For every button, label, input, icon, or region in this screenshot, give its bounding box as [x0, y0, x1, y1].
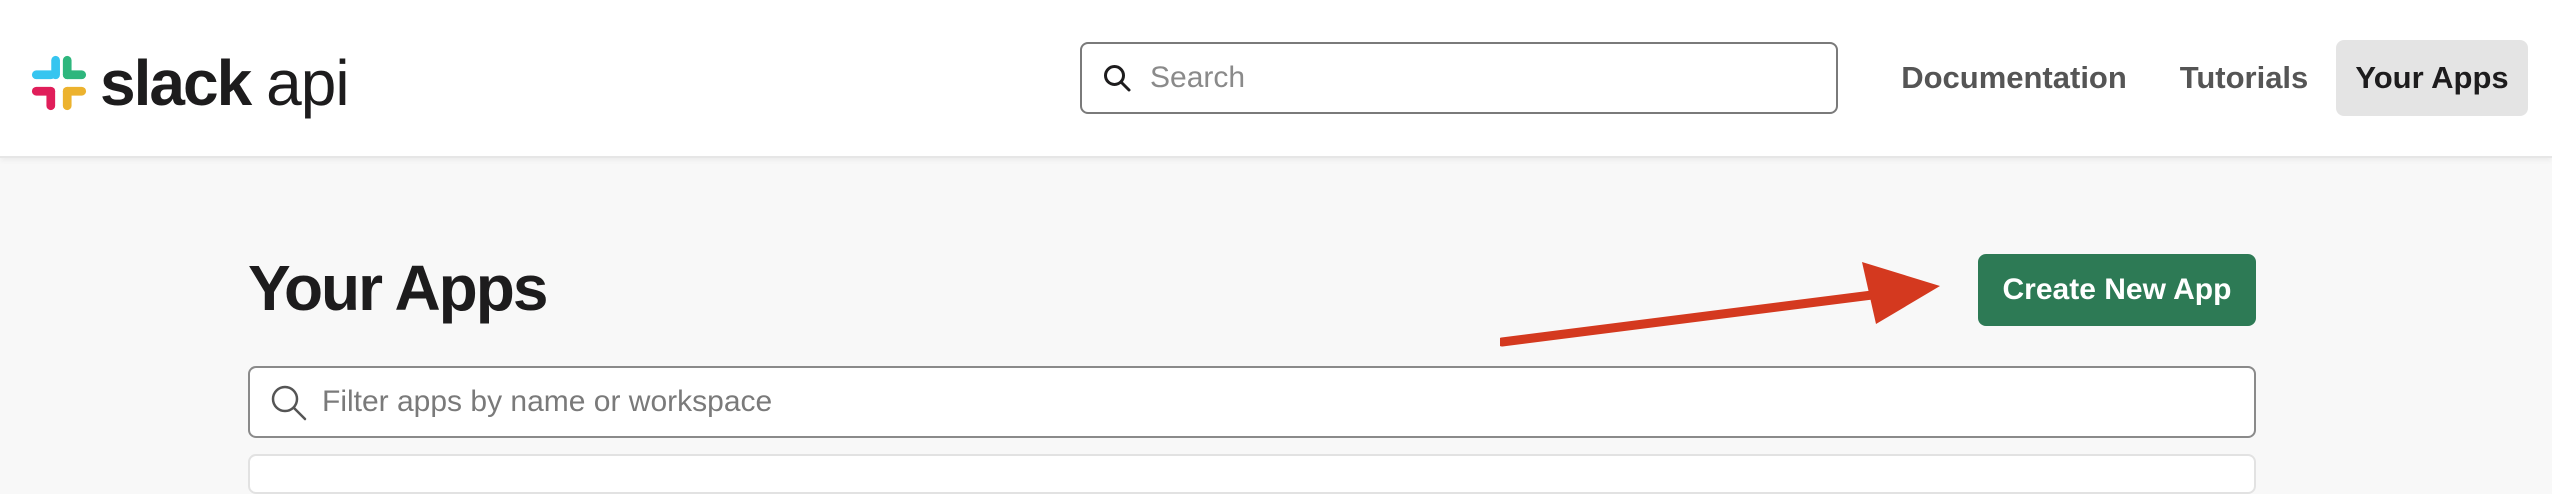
- search-icon: [271, 385, 307, 421]
- search-icon: [1104, 65, 1131, 92]
- nav-documentation[interactable]: Documentation: [1884, 40, 2144, 116]
- top-header: slack api Documentation Tutorials Your A…: [0, 0, 2552, 158]
- nav-tutorials[interactable]: Tutorials: [2164, 40, 2324, 116]
- slack-api-logo[interactable]: slack api: [30, 47, 350, 119]
- nav-your-apps[interactable]: Your Apps: [2336, 40, 2528, 116]
- header-search[interactable]: [1080, 42, 1838, 114]
- apps-list-card: [248, 454, 2256, 494]
- annotation-arrow: [1500, 262, 1940, 347]
- create-new-app-button[interactable]: Create New App: [1978, 254, 2256, 326]
- header-search-input[interactable]: [1148, 60, 1808, 96]
- page-title: Your Apps: [248, 252, 548, 324]
- logo-wordmark: slack: [100, 47, 252, 119]
- filter-apps[interactable]: [248, 366, 2256, 438]
- filter-apps-input[interactable]: [320, 384, 2220, 420]
- logo-suffix: api: [266, 47, 349, 119]
- slack-logo-icon: [31, 55, 87, 111]
